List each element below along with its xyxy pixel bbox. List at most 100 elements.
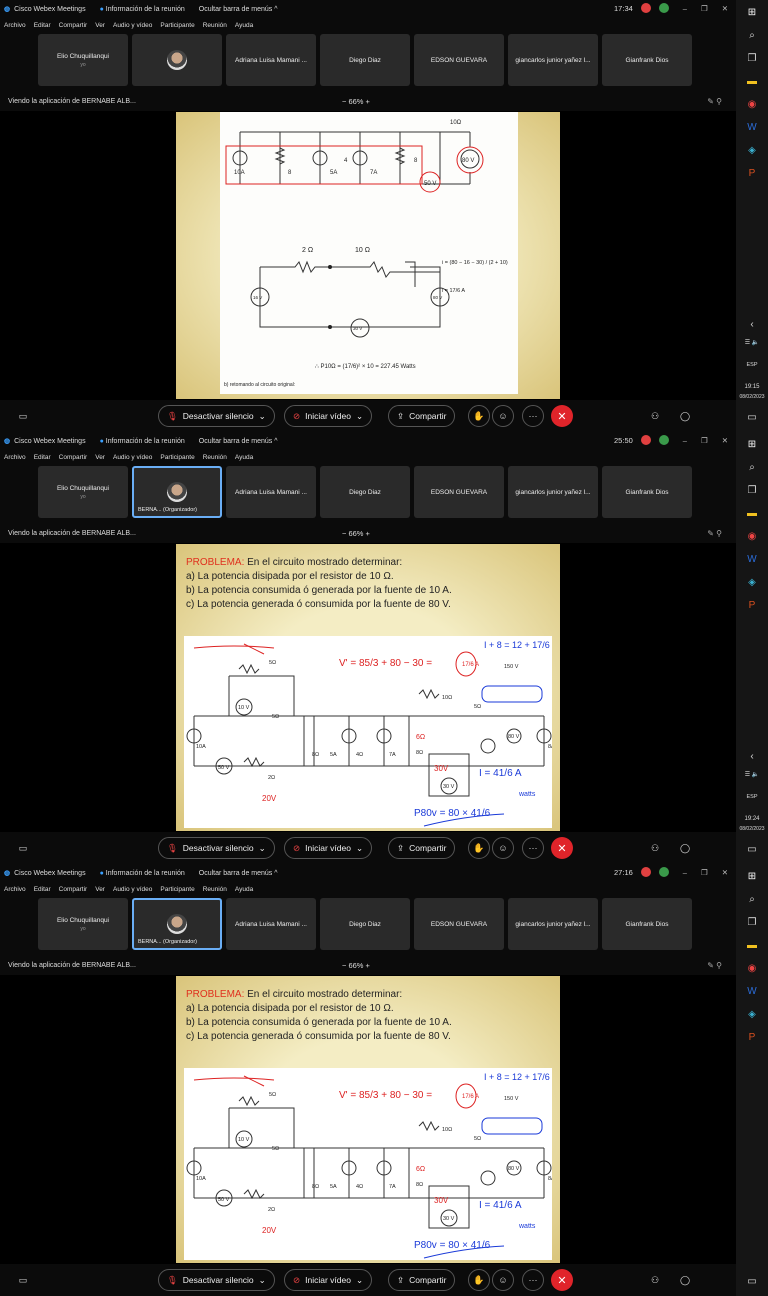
menu-item[interactable]: Participante bbox=[160, 454, 194, 461]
menu-item[interactable]: Compartir bbox=[59, 886, 88, 893]
close-button[interactable]: ✕ bbox=[722, 436, 728, 445]
reactions-icon[interactable]: ☺ bbox=[492, 1269, 514, 1291]
close-button[interactable]: ✕ bbox=[722, 868, 728, 877]
menu-item[interactable]: Reunión bbox=[203, 454, 227, 461]
raise-hand-icon[interactable]: ✋ bbox=[468, 837, 490, 859]
video-button[interactable]: ⊘ Iniciar vídeo ⌄ bbox=[284, 1269, 373, 1291]
menu-item[interactable]: Archivo bbox=[4, 22, 26, 29]
annotate-icon[interactable]: ✎ ⚲ bbox=[707, 961, 722, 970]
close-button[interactable]: ✕ bbox=[722, 4, 728, 13]
participant-tile[interactable]: giancarlos junior yañez l... bbox=[508, 34, 598, 86]
search-icon[interactable]: ⌕ bbox=[744, 28, 760, 42]
webex-icon[interactable]: ◈ bbox=[744, 1007, 760, 1021]
task-view-icon[interactable]: ❐ bbox=[744, 51, 760, 65]
menu-item[interactable]: Audio y vídeo bbox=[113, 22, 152, 29]
zoom-control[interactable]: − 66% + bbox=[342, 961, 370, 970]
webex-icon[interactable]: ◈ bbox=[744, 143, 760, 157]
participant-tile[interactable]: Elio Chuquillanqui yo bbox=[38, 898, 128, 950]
chevron-down-icon[interactable]: ⌄ bbox=[259, 1275, 266, 1286]
menu-item[interactable]: Reunión bbox=[203, 886, 227, 893]
chevron-down-icon[interactable]: ⌄ bbox=[259, 843, 266, 854]
menu-item[interactable]: Editar bbox=[34, 886, 51, 893]
video-button[interactable]: ⊘ Iniciar vídeo ⌄ bbox=[284, 837, 373, 859]
search-icon[interactable]: ⌕ bbox=[744, 892, 760, 906]
windows-start-icon[interactable]: ⊞ bbox=[744, 869, 760, 883]
menu-item[interactable]: Ver bbox=[95, 22, 105, 29]
share-button[interactable]: ⇪ Compartir bbox=[388, 1269, 456, 1291]
menu-item[interactable]: Participante bbox=[160, 886, 194, 893]
chevron-down-icon[interactable]: ⌄ bbox=[259, 411, 266, 422]
menu-item[interactable]: Compartir bbox=[59, 454, 88, 461]
chat-bubble-icon[interactable]: ▭ bbox=[12, 837, 34, 859]
participants-icon[interactable]: ⚇ bbox=[644, 1269, 666, 1291]
menu-item[interactable]: Compartir bbox=[59, 22, 88, 29]
reactions-icon[interactable]: ☺ bbox=[492, 405, 514, 427]
participant-tile[interactable]: Diego Diaz bbox=[320, 34, 410, 86]
participant-tile[interactable]: Adriana Luisa Mamani ... bbox=[226, 898, 316, 950]
file-explorer-icon[interactable]: ▬ bbox=[744, 74, 760, 88]
more-options-button[interactable]: ··· bbox=[522, 405, 544, 427]
network-volume-icons[interactable]: ☰ 🔈 bbox=[744, 767, 760, 781]
maximize-button[interactable]: ❐ bbox=[701, 436, 708, 445]
end-call-button[interactable]: ✕ bbox=[551, 405, 573, 427]
participant-tile[interactable] bbox=[132, 34, 222, 86]
mute-button[interactable]: 🎙 Desactivar silencio ⌄ bbox=[158, 1269, 275, 1291]
meeting-info-button[interactable]: ● Información de la reunión bbox=[100, 6, 185, 13]
notifications-icon[interactable]: ▭ bbox=[744, 842, 760, 856]
participant-tile[interactable]: Diego Diaz bbox=[320, 466, 410, 518]
taskbar-date[interactable]: 08/02/2023 bbox=[737, 822, 767, 836]
chat-bubble-icon[interactable]: ▭ bbox=[12, 405, 34, 427]
webex-icon[interactable]: ◈ bbox=[744, 575, 760, 589]
participant-tile[interactable]: giancarlos junior yañez l... bbox=[508, 466, 598, 518]
end-call-button[interactable]: ✕ bbox=[551, 837, 573, 859]
participant-tile[interactable]: Elio Chuquillanqui yo bbox=[38, 34, 128, 86]
chrome-icon[interactable]: ◉ bbox=[744, 529, 760, 543]
network-volume-icons[interactable]: ☰ 🔈 bbox=[744, 335, 760, 349]
raise-hand-icon[interactable]: ✋ bbox=[468, 1269, 490, 1291]
language-indicator[interactable]: ESP bbox=[744, 790, 760, 804]
participant-tile[interactable]: EDSON GUEVARA bbox=[414, 34, 504, 86]
participant-tile[interactable]: Diego Diaz bbox=[320, 898, 410, 950]
show-hidden-icons-chevron[interactable]: ‹ bbox=[744, 317, 760, 331]
participant-tile[interactable]: EDSON GUEVARA bbox=[414, 898, 504, 950]
hide-menu-bar-button[interactable]: Ocultar barra de menús ^ bbox=[199, 870, 278, 877]
chevron-down-icon[interactable]: ⌄ bbox=[356, 1275, 363, 1286]
notifications-icon[interactable]: ▭ bbox=[744, 1274, 760, 1288]
zoom-control[interactable]: − 66% + bbox=[342, 97, 370, 106]
notifications-icon[interactable]: ▭ bbox=[744, 410, 760, 424]
participant-tile[interactable]: Adriana Luisa Mamani ... bbox=[226, 466, 316, 518]
mute-button[interactable]: 🎙 Desactivar silencio ⌄ bbox=[158, 837, 275, 859]
maximize-button[interactable]: ❐ bbox=[701, 4, 708, 13]
menu-item[interactable]: Editar bbox=[34, 454, 51, 461]
meeting-info-button[interactable]: ● Información de la reunión bbox=[100, 870, 185, 877]
minimize-button[interactable]: – bbox=[683, 436, 687, 445]
powerpoint-icon[interactable]: P bbox=[744, 1030, 760, 1044]
chat-icon[interactable]: ◯ bbox=[674, 1269, 696, 1291]
word-icon[interactable]: W bbox=[744, 120, 760, 134]
participants-icon[interactable]: ⚇ bbox=[644, 837, 666, 859]
menu-item[interactable]: Ayuda bbox=[235, 22, 253, 29]
participant-tile[interactable]: Gianfrank Dios bbox=[602, 898, 692, 950]
menu-item[interactable]: Editar bbox=[34, 22, 51, 29]
language-indicator[interactable]: ESP bbox=[744, 358, 760, 372]
raise-hand-icon[interactable]: ✋ bbox=[468, 405, 490, 427]
hide-menu-bar-button[interactable]: Ocultar barra de menús ^ bbox=[199, 438, 278, 445]
end-call-button[interactable]: ✕ bbox=[551, 1269, 573, 1291]
task-view-icon[interactable]: ❐ bbox=[744, 915, 760, 929]
more-options-button[interactable]: ··· bbox=[522, 837, 544, 859]
chrome-icon[interactable]: ◉ bbox=[744, 97, 760, 111]
share-button[interactable]: ⇪ Compartir bbox=[388, 405, 456, 427]
zoom-control[interactable]: − 66% + bbox=[342, 529, 370, 538]
participant-tile[interactable]: Adriana Luisa Mamani ... bbox=[226, 34, 316, 86]
menu-item[interactable]: Archivo bbox=[4, 886, 26, 893]
menu-item[interactable]: Ver bbox=[95, 454, 105, 461]
windows-start-icon[interactable]: ⊞ bbox=[744, 437, 760, 451]
menu-item[interactable]: Archivo bbox=[4, 454, 26, 461]
participant-tile[interactable]: BERNA... (Organizador) bbox=[132, 466, 222, 518]
chat-bubble-icon[interactable]: ▭ bbox=[12, 1269, 34, 1291]
participant-tile[interactable]: Elio Chuquillanqui yo bbox=[38, 466, 128, 518]
chevron-down-icon[interactable]: ⌄ bbox=[356, 411, 363, 422]
powerpoint-icon[interactable]: P bbox=[744, 598, 760, 612]
reactions-icon[interactable]: ☺ bbox=[492, 837, 514, 859]
word-icon[interactable]: W bbox=[744, 552, 760, 566]
